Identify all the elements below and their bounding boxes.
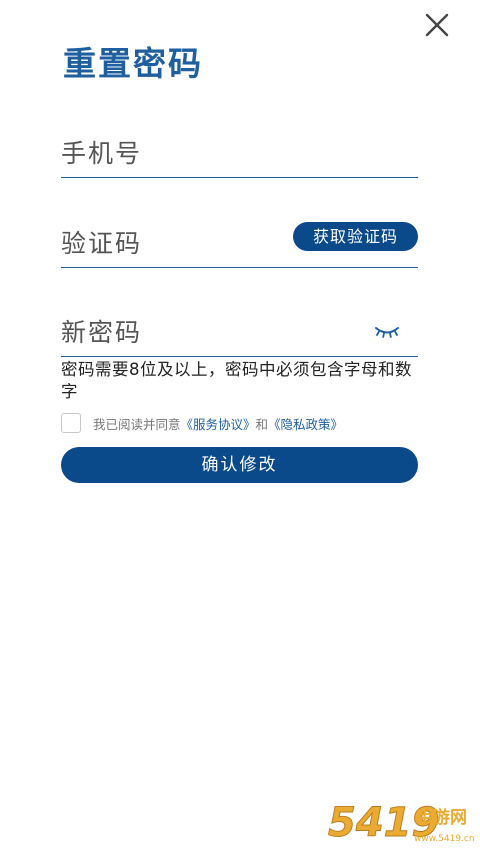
new-password-field bbox=[61, 310, 418, 357]
watermark-logo: 5419 手游网 www.5419.cn bbox=[328, 800, 475, 847]
agreement-prefix: 我已阅读并同意 bbox=[93, 416, 181, 432]
privacy-policy-link[interactable]: 《隐私政策》 bbox=[268, 417, 343, 432]
watermark-cn: 手游网 bbox=[416, 807, 467, 828]
verification-code-field: 获取验证码 bbox=[61, 221, 418, 268]
new-password-input[interactable] bbox=[61, 310, 361, 354]
phone-input[interactable] bbox=[61, 131, 418, 175]
close-icon bbox=[425, 13, 449, 37]
phone-field bbox=[61, 131, 418, 178]
agreement-text: 我已阅读并同意《服务协议》和《隐私政策》 bbox=[93, 414, 343, 433]
eye-closed-icon bbox=[375, 327, 399, 338]
agreement-checkbox[interactable] bbox=[61, 413, 81, 433]
watermark-domain: www.5419.cn bbox=[414, 834, 474, 844]
page-title: 重置密码 bbox=[63, 44, 203, 83]
agreement-row: 我已阅读并同意《服务协议》和《隐私政策》 bbox=[61, 412, 421, 434]
password-hint: 密码需要8位及以上，密码中必须包含字母和数字 bbox=[61, 360, 412, 401]
close-button[interactable] bbox=[420, 8, 454, 42]
agreement-conjunction: 和 bbox=[255, 416, 269, 432]
password-visibility-toggle[interactable] bbox=[374, 324, 400, 338]
verification-code-input[interactable] bbox=[61, 221, 281, 265]
confirm-change-button[interactable]: 确认修改 bbox=[61, 447, 418, 483]
service-agreement-link[interactable]: 《服务协议》 bbox=[181, 417, 256, 432]
get-code-button[interactable]: 获取验证码 bbox=[293, 222, 418, 251]
